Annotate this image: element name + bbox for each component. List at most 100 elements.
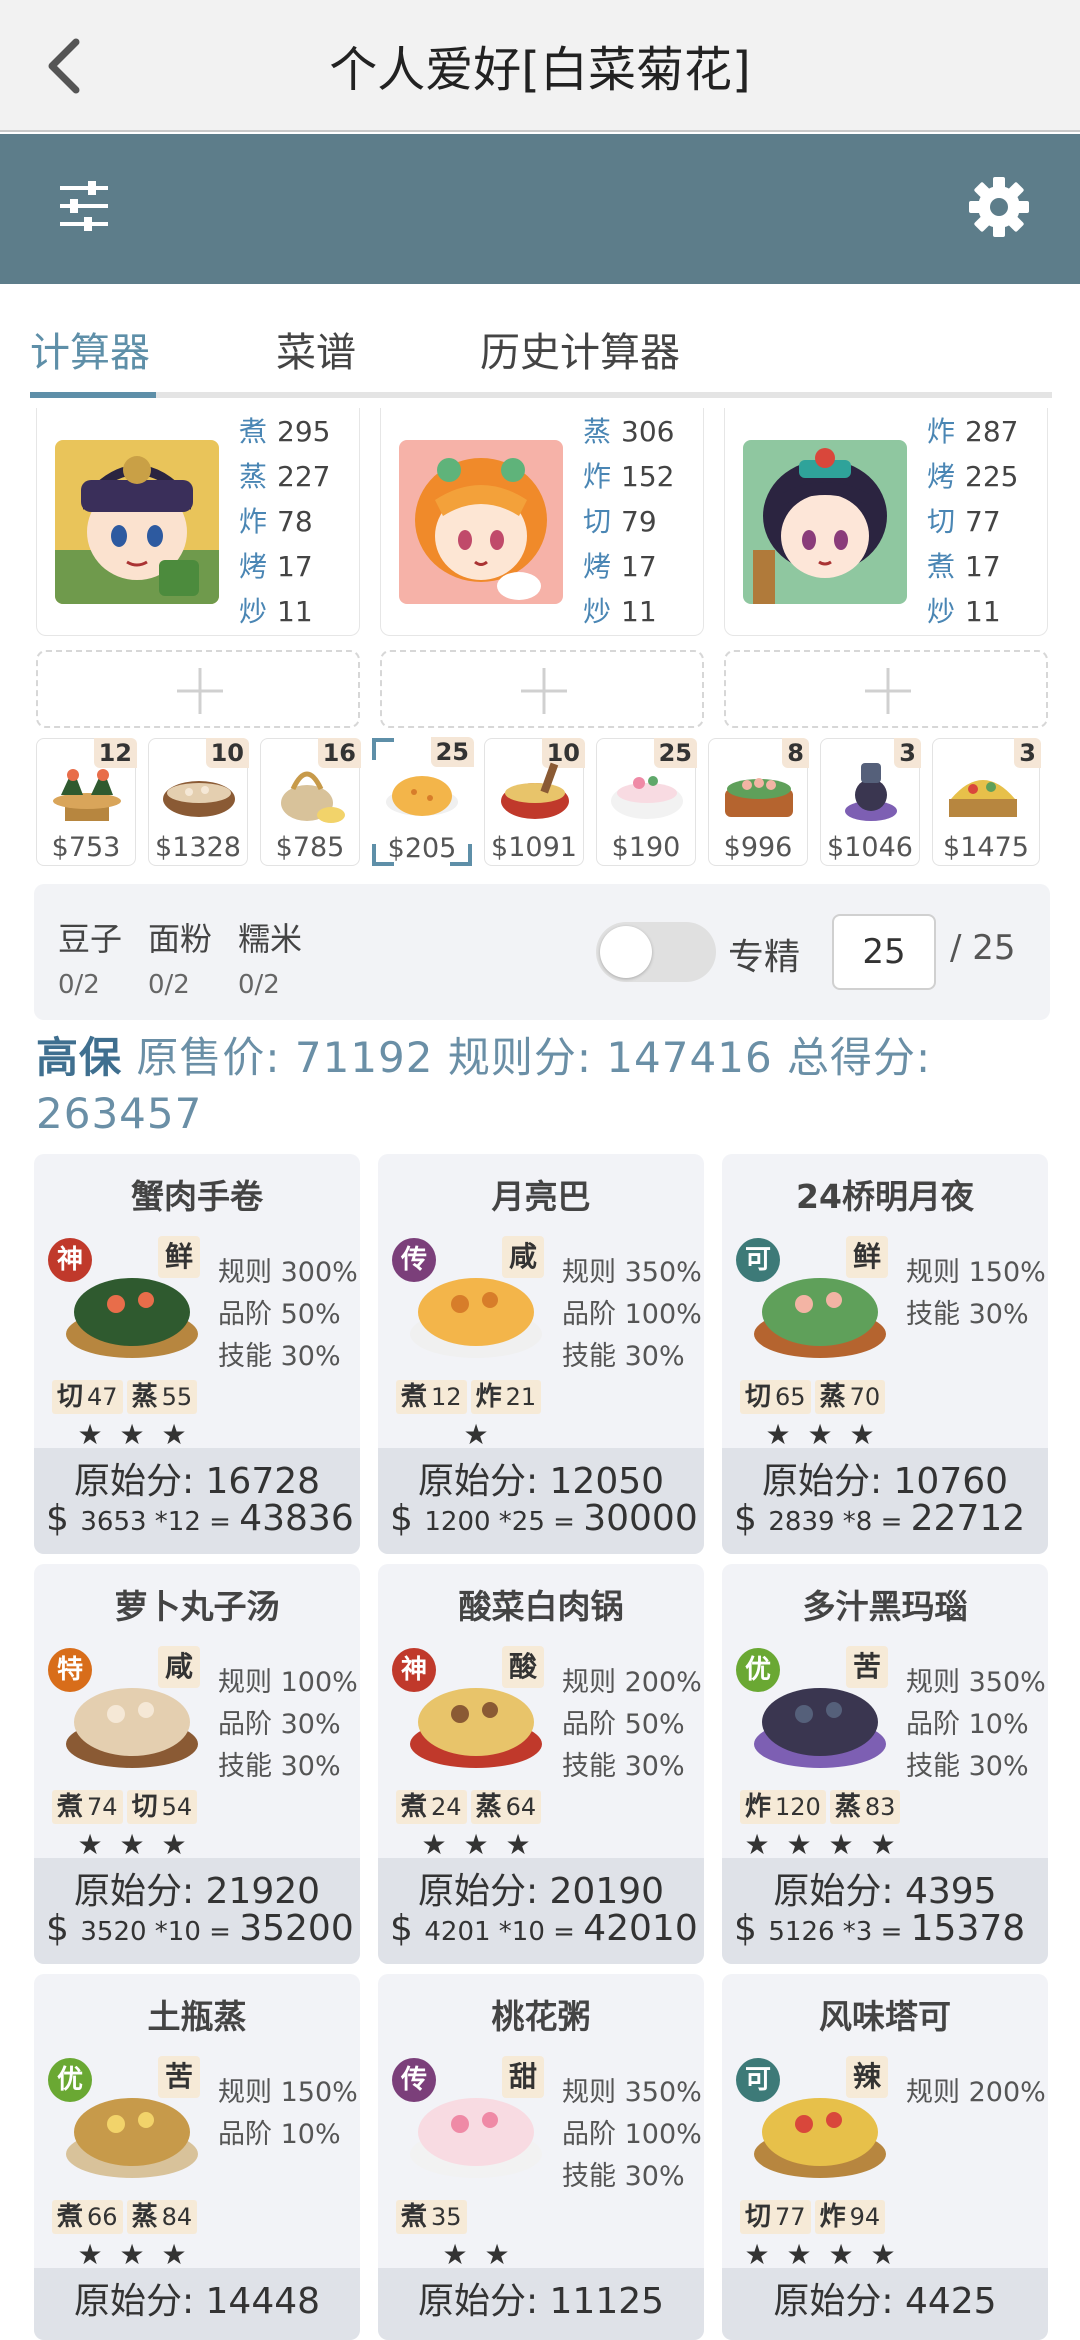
- recipe-tile-6[interactable]: 25 $190: [596, 738, 697, 866]
- skill-requirement: 煮 35: [396, 2200, 467, 2234]
- chef-stat: 炸 287: [927, 415, 1019, 448]
- skill-requirement: 切 77: [740, 2200, 811, 2234]
- chef-card-1[interactable]: 煮 295 蒸 227 炸 78 烤 17 炒 11: [36, 408, 360, 636]
- tab-active-indicator: [30, 392, 156, 398]
- chef-stat: 炸 152: [583, 460, 675, 493]
- sauerkraut-pot-icon: [501, 762, 569, 819]
- skill-requirement: 切 54: [126, 1790, 198, 1824]
- options-panel: 豆子 0/2 面粉 0/2 糯米 0/2 专精 25 / 25: [34, 884, 1050, 1020]
- chef-stats-3: 炸 287 烤 225 切 77 煮 17 炒 11: [927, 410, 1018, 635]
- skill-requirement: 蒸 83: [829, 1790, 901, 1824]
- dish-name: 24桥明月夜: [796, 1177, 974, 1216]
- grade-badge: 可: [736, 1238, 780, 1282]
- grade-badge: 传: [392, 1238, 436, 1282]
- original-score: 原始分: 4425: [773, 2281, 997, 2322]
- dish-card[interactable]: 土瓶蒸优苦规则 150% 品阶 10% 煮 66 蒸 84 ★ ★ ★ 原始分: 14448: [34, 1974, 360, 2340]
- rule-bonus: 技能 30%: [906, 1299, 1029, 1330]
- skill-requirement: 炸 94: [814, 2200, 886, 2234]
- dish-card[interactable]: 蟹肉手卷神鲜规则 300% 品阶 50% 技能 30% 切 47 蒸 55 ★ ★ ★ 原始分:…: [34, 1154, 360, 1554]
- price-calculation: $ 1200 *25 = 30000: [390, 1498, 698, 1539]
- skill-requirements: 煮 24 蒸 64: [396, 1790, 545, 1826]
- skill-requirement: 炸 120: [740, 1790, 826, 1824]
- original-score: 原始分: 10760: [761, 1461, 1009, 1502]
- chef-stat: 蒸 306: [583, 415, 675, 448]
- chef-stat: 煮 17: [927, 550, 1001, 583]
- price-calculation: $ 5126 *3 = 15378: [734, 1908, 1026, 1949]
- skill-requirements: 切 47 蒸 55: [52, 1380, 201, 1416]
- dish-card[interactable]: 多汁黑玛瑙优苦规则 350% 品阶 10% 技能 30% 炸 120 蒸 83 ★ ★ ★ ★…: [722, 1564, 1048, 1964]
- star-rating: ★ ★ ★ ★: [744, 1828, 900, 1861]
- taste-badge: 甜: [502, 2056, 544, 2098]
- chef-stat: 炒 11: [927, 595, 1001, 628]
- dish-card[interactable]: 风味塔可可辣规则 200% 切 77 炸 94 ★ ★ ★ ★ 原始分: 4425: [722, 1974, 1048, 2340]
- recipe-tile-8[interactable]: 3 $1046: [820, 738, 921, 866]
- add-equipment-slot-3[interactable]: [724, 650, 1048, 728]
- original-score: 原始分: 11125: [417, 2281, 665, 2322]
- dish-name: 多汁黑玛瑙: [802, 1587, 968, 1626]
- recipe-tile-5[interactable]: 10 $1091: [484, 738, 585, 866]
- recipe-price: $753: [51, 832, 121, 863]
- recipe-tile-2[interactable]: 10 $1328: [148, 738, 249, 866]
- skill-requirement: 煮 12: [396, 1380, 467, 1414]
- toggle-knob: [600, 926, 652, 978]
- dish-card[interactable]: 酸菜白肉锅神酸规则 200% 品阶 50% 技能 30% 煮 24 蒸 64 ★ ★ ★ 原始分…: [378, 1564, 704, 1964]
- tab-history-calculator[interactable]: 历史计算器: [480, 320, 680, 378]
- grade-badge: 传: [392, 2058, 436, 2102]
- skill-requirements: 炸 120 蒸 83: [740, 1790, 904, 1826]
- chef-avatar-3: [743, 440, 907, 604]
- recipe-price: $1328: [155, 832, 241, 863]
- recipe-price: $190: [611, 832, 681, 863]
- dish-name: 月亮巴: [491, 1177, 591, 1216]
- dish-name: 萝卜丸子汤: [114, 1587, 280, 1626]
- rule-bonus: 规则 150%: [906, 1257, 1046, 1288]
- rule-bonus: 规则 350%: [562, 2077, 702, 2108]
- gear-icon[interactable]: [966, 174, 1032, 240]
- recipe-tile-7[interactable]: 8 $996: [708, 738, 809, 866]
- grade-badge: 可: [736, 2058, 780, 2102]
- recipe-tile-1[interactable]: 12 $753: [36, 738, 137, 866]
- dish-card[interactable]: 24桥明月夜可鲜规则 150% 技能 30% 切 65 蒸 70 ★ ★ ★ 原始分: 107…: [722, 1154, 1048, 1554]
- recipe-tile-4-selected[interactable]: 25 $205: [372, 737, 474, 866]
- tab-recipes[interactable]: 菜谱: [276, 320, 356, 378]
- score-summary: 高保 原售价: 71192 规则分: 147416 总得分: 263457: [36, 1030, 1046, 1142]
- add-equipment-slot-1[interactable]: [36, 650, 360, 728]
- chef-stat: 烤 225: [927, 460, 1019, 493]
- grade-badge: 优: [736, 1648, 780, 1692]
- taste-badge: 酸: [502, 1646, 544, 1688]
- rule-bonus: 规则 350%: [906, 1667, 1046, 1698]
- tab-calculator[interactable]: 计算器: [30, 320, 150, 378]
- selection-corner: [372, 738, 394, 760]
- chef-avatar-2: [399, 440, 563, 604]
- recipe-tile-3[interactable]: 16 $785: [260, 738, 361, 866]
- rule-bonuses: 规则 200% 品阶 50% 技能 30%: [562, 1660, 702, 1786]
- rule-bonuses: 规则 150% 品阶 10%: [218, 2070, 358, 2154]
- taste-badge: 苦: [158, 2056, 200, 2098]
- skill-requirement: 蒸 84: [126, 2200, 198, 2234]
- specialty-input[interactable]: 25: [832, 914, 936, 990]
- specialty-toggle[interactable]: [596, 922, 716, 982]
- dish-name: 蟹肉手卷: [131, 1177, 263, 1216]
- specialty-label: 专精: [728, 937, 801, 978]
- grade-badge: 神: [392, 1648, 436, 1692]
- taste-badge: 辣: [846, 2056, 888, 2098]
- original-score: 原始分: 14448: [73, 2281, 321, 2322]
- dish-card[interactable]: 月亮巴传咸规则 350% 品阶 100% 技能 30% 煮 12 炸 21 ★ 原始分: 120…: [378, 1154, 704, 1554]
- moon-bun-icon: [386, 776, 458, 816]
- chef-card-3[interactable]: 炸 287 烤 225 切 77 煮 17 炒 11: [724, 408, 1048, 636]
- dish-card[interactable]: 桃花粥传 甜规则 350% 品阶 100% 技能 30% 煮 35 ★ ★ 原始分: 1112…: [378, 1974, 704, 2340]
- specialty-total: / 25: [950, 928, 1016, 968]
- plus-icon: [865, 668, 911, 714]
- rule-bonuses: 规则 300% 品阶 50% 技能 30%: [218, 1250, 358, 1376]
- chef-card-2[interactable]: 蒸 306 炸 152 切 79 烤 17 炒 11: [380, 408, 704, 636]
- rule-bonus: 规则 350%: [562, 1257, 702, 1288]
- recipe-tile-9[interactable]: 3 $1475: [932, 738, 1041, 866]
- rule-bonus: 品阶 50%: [562, 1709, 685, 1740]
- flavor-taco-icon: [949, 780, 1017, 817]
- filter-sliders-icon[interactable]: [54, 174, 114, 238]
- rule-bonuses: 规则 350% 品阶 10% 技能 30%: [906, 1660, 1046, 1786]
- star-rating: ★ ★ ★: [765, 1418, 879, 1451]
- original-score: 原始分: 4395: [773, 1871, 997, 1912]
- taste-badge: 咸: [502, 1236, 544, 1278]
- add-equipment-slot-2[interactable]: [380, 650, 704, 728]
- dish-card[interactable]: 萝卜丸子汤特咸规则 100% 品阶 30% 技能 30% 煮 74 切 54 ★ ★ ★ 原始分…: [34, 1564, 360, 1964]
